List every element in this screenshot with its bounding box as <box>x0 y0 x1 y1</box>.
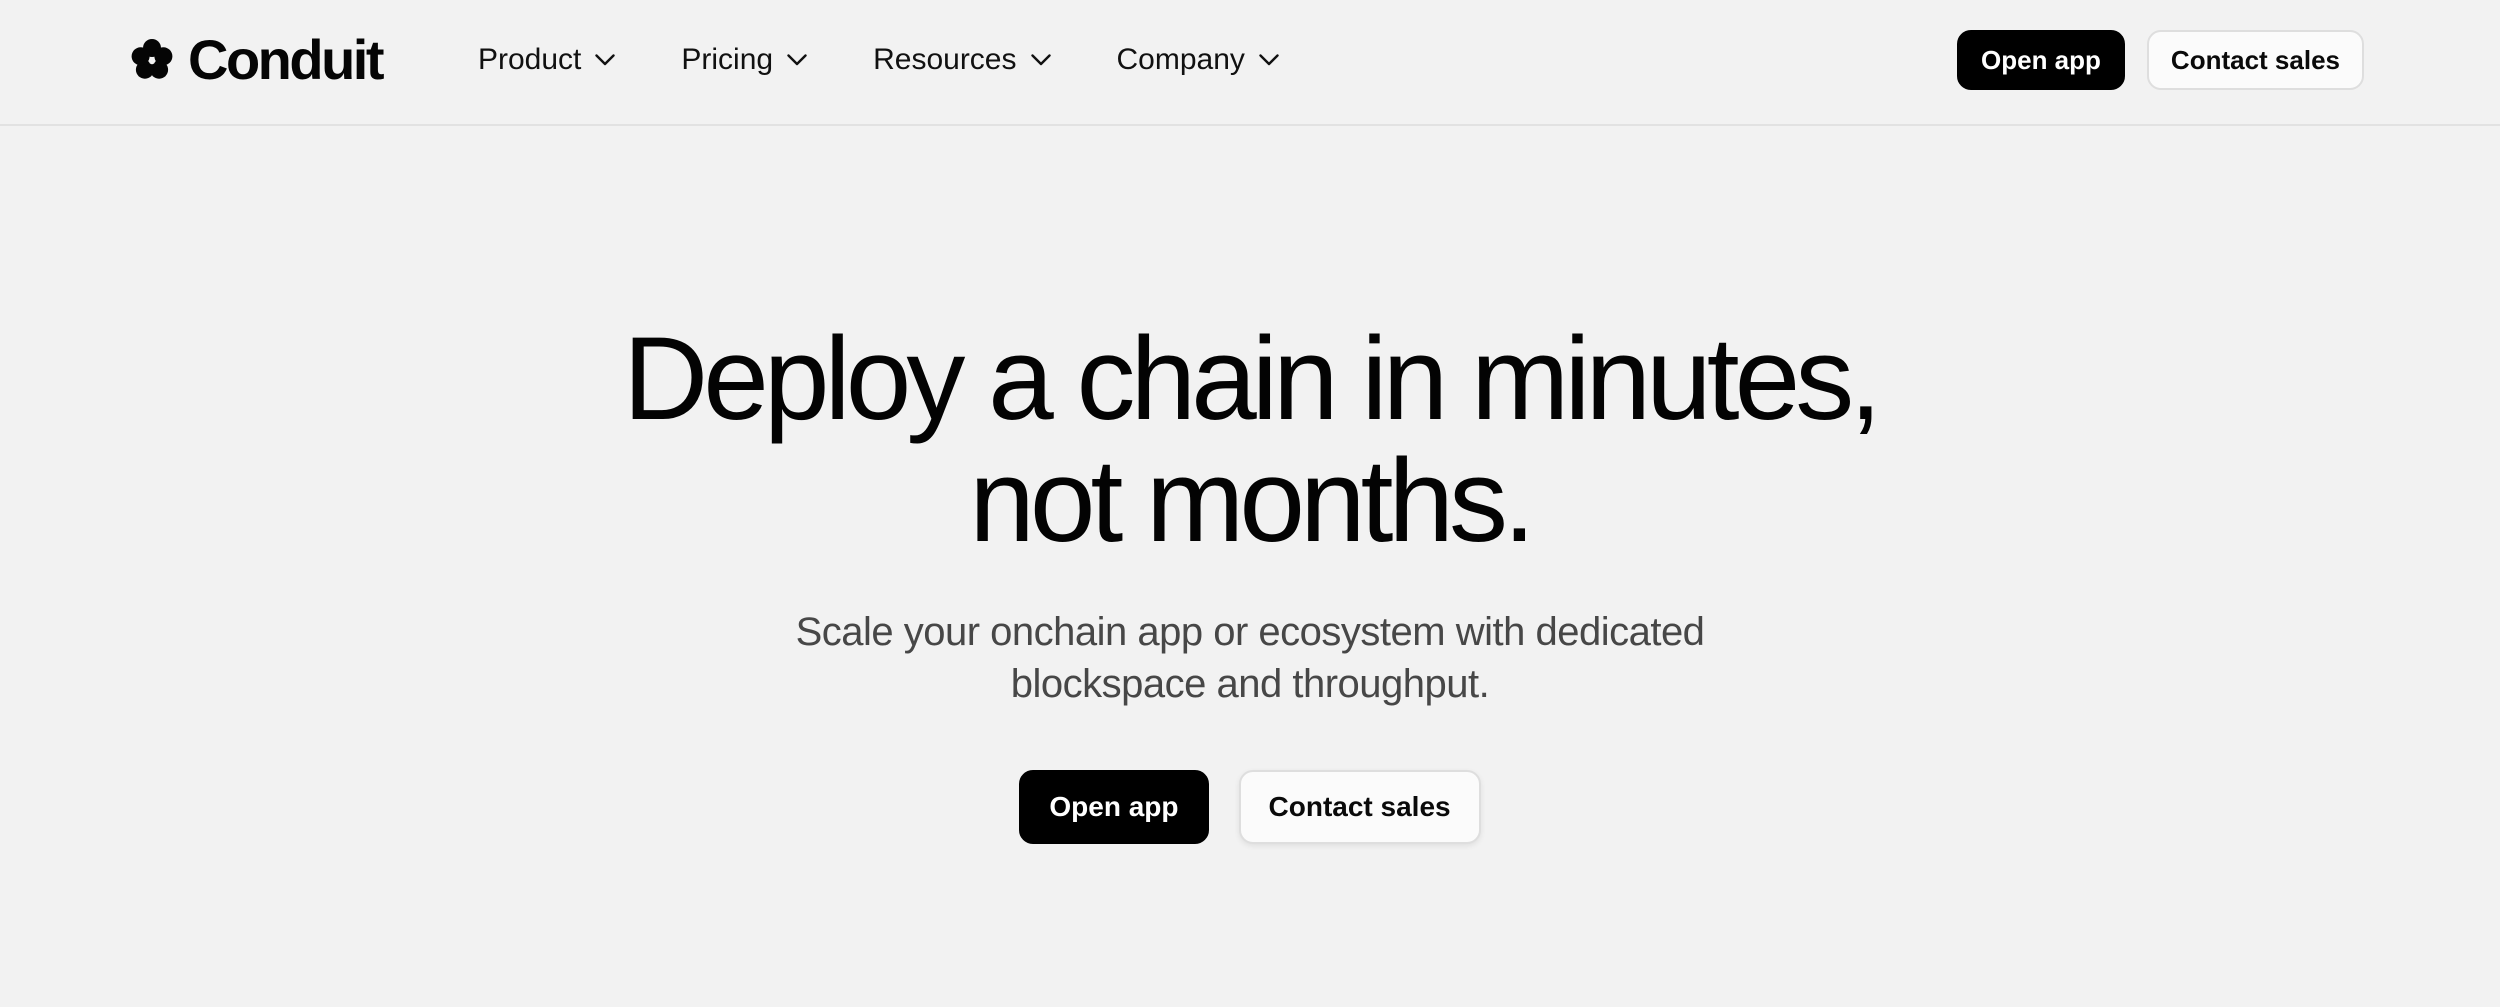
header-open-app-button[interactable]: Open app <box>1957 30 2125 90</box>
brand-name: Conduit <box>188 28 384 91</box>
nav-item-label: Company <box>1116 43 1245 76</box>
nav-item-pricing[interactable]: Pricing <box>681 43 807 77</box>
chevron-down-icon <box>1030 54 1051 66</box>
nav-item-resources[interactable]: Resources <box>873 43 1051 77</box>
hero-contact-sales-button[interactable]: Contact sales <box>1238 770 1481 844</box>
header-actions: Open app Contact sales <box>1957 30 2364 90</box>
nav-item-label: Pricing <box>681 43 774 76</box>
hero-title: Deploy a chain in minutes, not months. <box>500 318 2000 562</box>
main-nav: Product Pricing Resources Company <box>478 34 1345 86</box>
hero-actions: Open app Contact sales <box>0 770 2500 844</box>
header-contact-sales-button[interactable]: Contact sales <box>2146 30 2364 90</box>
chevron-down-icon <box>1259 54 1279 66</box>
hero-subtitle-line-2: blockspace and throughput. <box>1010 662 1490 706</box>
hero-open-app-button[interactable]: Open app <box>1019 770 1209 844</box>
brand-logo-link[interactable]: Conduit <box>130 28 384 91</box>
hero-title-line-1: Deploy a chain in minutes, <box>623 313 1882 445</box>
nav-item-product[interactable]: Product <box>478 43 616 77</box>
hero-subtitle: Scale your onchain app or ecosystem with… <box>750 606 1750 710</box>
nav-item-label: Product <box>478 43 582 76</box>
flower-logo-icon <box>131 39 173 79</box>
hero-subtitle-line-1: Scale your onchain app or ecosystem with… <box>795 610 1705 654</box>
chevron-down-icon <box>787 54 807 66</box>
hero-section: Deploy a chain in minutes, not months. S… <box>0 318 2500 844</box>
site-header: Conduit Product Pricing Resources Compan… <box>0 0 2500 126</box>
nav-item-label: Resources <box>873 43 1017 76</box>
chevron-down-icon <box>595 54 616 66</box>
hero-title-line-2: not months. <box>969 435 1536 567</box>
nav-item-company[interactable]: Company <box>1117 43 1279 77</box>
